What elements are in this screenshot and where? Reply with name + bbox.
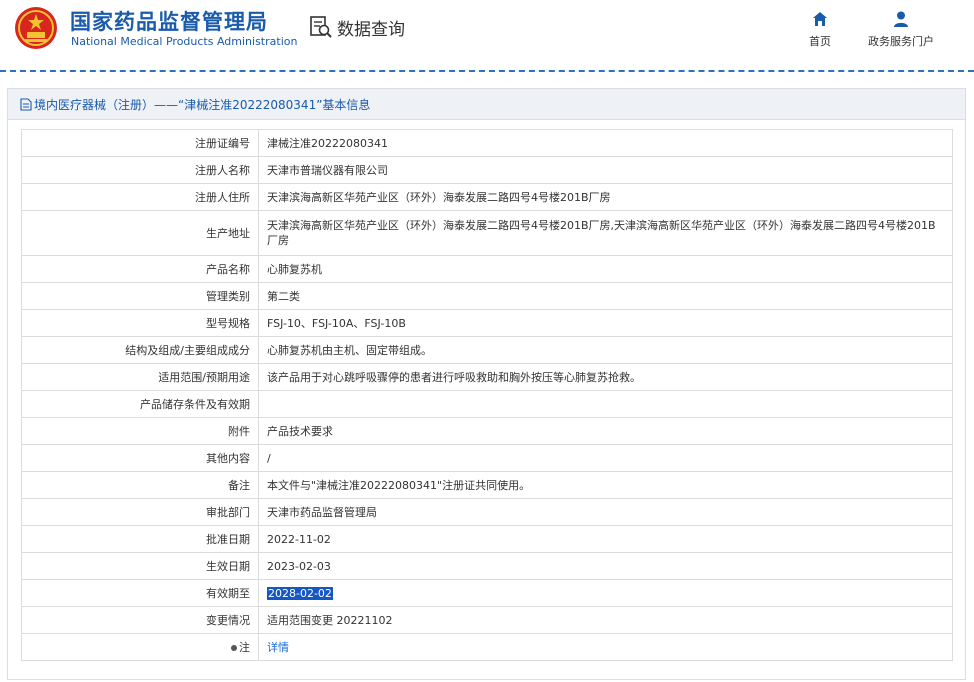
field-value: 心肺复苏机由主机、固定带组成。 <box>258 336 953 364</box>
field-value: 2023-02-03 <box>258 552 953 580</box>
table-row: 批准日期 2022-11-02 <box>21 525 953 553</box>
registration-info-table: 注册证编号 津械注准20222080341 注册人名称 天津市普瑞仪器有限公司 … <box>21 129 953 661</box>
field-value: 津械注准20222080341 <box>258 129 953 157</box>
field-value: 适用范围变更 20221102 <box>258 606 953 634</box>
field-label: 管理类别 <box>21 282 259 310</box>
field-value: 本文件与"津械注准20222080341"注册证共同使用。 <box>258 471 953 499</box>
field-value: 天津市药品监督管理局 <box>258 498 953 526</box>
table-row: 产品储存条件及有效期 <box>21 390 953 418</box>
table-row: 注册人名称 天津市普瑞仪器有限公司 <box>21 156 953 184</box>
data-query-link[interactable]: 数据查询 <box>309 14 405 40</box>
field-label: 注册人住所 <box>21 183 259 211</box>
header-divider <box>0 70 974 72</box>
field-value: 天津市普瑞仪器有限公司 <box>258 156 953 184</box>
field-value: FSJ-10、FSJ-10A、FSJ-10B <box>258 309 953 337</box>
field-value: 产品技术要求 <box>258 417 953 445</box>
table-row: 结构及组成/主要组成成分 心肺复苏机由主机、固定带组成。 <box>21 336 953 364</box>
field-label: 变更情况 <box>21 606 259 634</box>
field-value: 第二类 <box>258 282 953 310</box>
field-label: 其他内容 <box>21 444 259 472</box>
field-value: 该产品用于对心跳呼吸骤停的患者进行呼吸救助和胸外按压等心肺复苏抢救。 <box>258 363 953 391</box>
table-row: 型号规格 FSJ-10、FSJ-10A、FSJ-10B <box>21 309 953 337</box>
table-row: 生效日期 2023-02-03 <box>21 552 953 580</box>
field-label: 结构及组成/主要组成成分 <box>21 336 259 364</box>
field-label-cell: 注 <box>21 633 259 661</box>
table-row: 备注 本文件与"津械注准20222080341"注册证共同使用。 <box>21 471 953 499</box>
selected-expiry-date[interactable]: 2028-02-02 <box>267 586 333 600</box>
table-row: 附件 产品技术要求 <box>21 417 953 445</box>
table-row: 产品名称 心肺复苏机 <box>21 255 953 283</box>
field-label: 型号规格 <box>21 309 259 337</box>
nav-service-portal-label: 政务服务门户 <box>868 35 934 48</box>
table-row: 生产地址 天津滨海高新区华苑产业区（环外）海泰发展二路四号4号楼201B厂房,天… <box>21 210 953 256</box>
brand-title-cn[interactable]: 国家药品监督管理局 <box>70 6 268 36</box>
table-row: 注 详情 <box>21 633 953 661</box>
field-label: 适用范围/预期用途 <box>21 363 259 391</box>
table-row: 变更情况 适用范围变更 20221102 <box>21 606 953 634</box>
nav-home[interactable]: 首页 <box>780 10 860 49</box>
field-value: 心肺复苏机 <box>258 255 953 283</box>
field-label: 注 <box>239 640 250 654</box>
field-label: 附件 <box>21 417 259 445</box>
field-label: 产品储存条件及有效期 <box>21 390 259 418</box>
field-value <box>258 390 953 418</box>
user-icon <box>894 11 908 27</box>
field-label: 产品名称 <box>21 255 259 283</box>
brand-title-en[interactable]: National Medical Products Administration <box>71 35 297 48</box>
home-icon <box>813 12 827 26</box>
field-label: 生产地址 <box>21 210 259 256</box>
field-value-cell: 2028-02-02 <box>258 579 953 607</box>
data-query-icon <box>310 16 332 38</box>
nav-home-label: 首页 <box>809 35 831 48</box>
field-label: 备注 <box>21 471 259 499</box>
detail-panel: 境内医疗器械（注册）——“津械注准20222080341”基本信息 注册证编号 … <box>7 88 966 680</box>
pin-icon <box>231 644 237 651</box>
panel-title: 境内医疗器械（注册）——“津械注准20222080341”基本信息 <box>34 97 371 112</box>
table-row: 注册人住所 天津滨海高新区华苑产业区（环外）海泰发展二路四号4号楼201B厂房 <box>21 183 953 211</box>
table-row: 管理类别 第二类 <box>21 282 953 310</box>
field-label: 生效日期 <box>21 552 259 580</box>
table-row: 注册证编号 津械注准20222080341 <box>21 129 953 157</box>
table-row: 其他内容 / <box>21 444 953 472</box>
field-value: 天津滨海高新区华苑产业区（环外）海泰发展二路四号4号楼201B厂房 <box>258 183 953 211</box>
national-emblem-icon <box>15 7 57 49</box>
details-link[interactable]: 详情 <box>267 641 289 654</box>
field-label: 有效期至 <box>21 579 259 607</box>
panel-title-bar: 境内医疗器械（注册）——“津械注准20222080341”基本信息 <box>8 89 965 120</box>
field-label: 注册证编号 <box>21 129 259 157</box>
data-query-label: 数据查询 <box>337 19 405 40</box>
field-value: 天津滨海高新区华苑产业区（环外）海泰发展二路四号4号楼201B厂房,天津滨海高新… <box>258 210 953 256</box>
document-icon <box>20 97 32 111</box>
field-value: / <box>258 444 953 472</box>
table-row: 适用范围/预期用途 该产品用于对心跳呼吸骤停的患者进行呼吸救助和胸外按压等心肺复… <box>21 363 953 391</box>
table-row: 有效期至 2028-02-02 <box>21 579 953 607</box>
site-header: 国家药品监督管理局 National Medical Products Admi… <box>0 0 974 70</box>
field-label: 批准日期 <box>21 525 259 553</box>
field-value-cell: 详情 <box>258 633 953 661</box>
field-value: 2022-11-02 <box>258 525 953 553</box>
nav-service-portal[interactable]: 政务服务门户 <box>861 10 941 49</box>
field-label: 注册人名称 <box>21 156 259 184</box>
table-row: 审批部门 天津市药品监督管理局 <box>21 498 953 526</box>
field-label: 审批部门 <box>21 498 259 526</box>
